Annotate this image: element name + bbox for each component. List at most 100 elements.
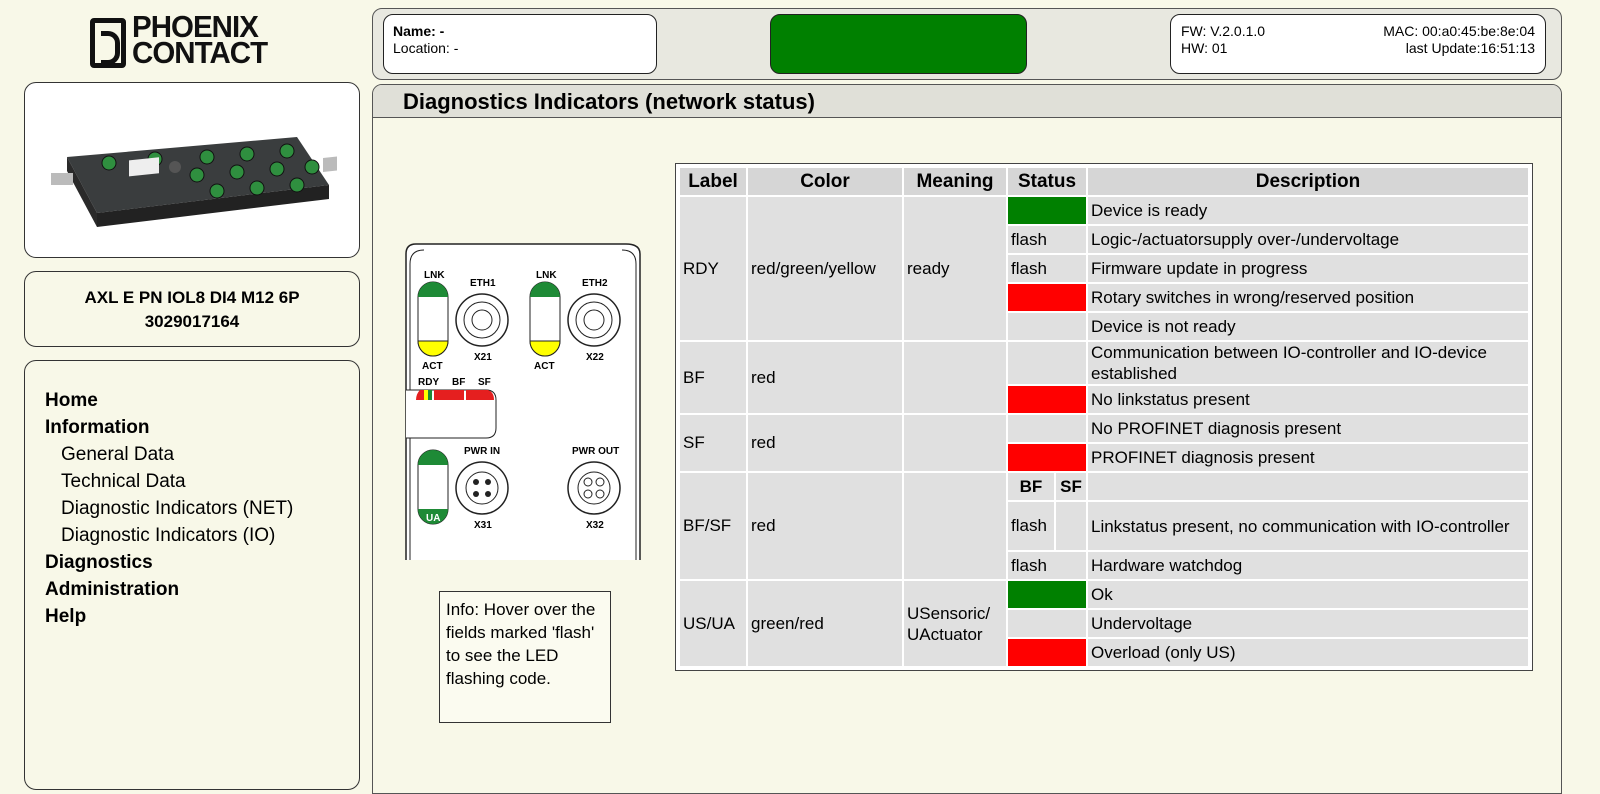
bfsf-label-cell: BF/SF	[680, 473, 746, 579]
desc-cell: Logic-/actuatorsupply over-/undervoltage	[1088, 226, 1528, 253]
bfsf-color-cell: red	[748, 473, 902, 579]
sf-meaning-cell	[904, 415, 1006, 471]
rdy-meaning-cell: ready	[904, 197, 1006, 340]
status-off-cell	[1056, 502, 1086, 550]
col-color-header: Color	[748, 168, 902, 195]
mac-address: MAC: 00:a0:45:be:8e:04	[1383, 23, 1535, 39]
nav-help[interactable]: Help	[45, 603, 359, 630]
status-red-cell	[1008, 386, 1086, 413]
nav-technical-data[interactable]: Technical Data	[45, 468, 359, 495]
device-status-indicator	[770, 14, 1027, 74]
product-info-panel: AXL E PN IOL8 DI4 M12 6P 3029017164	[24, 271, 360, 347]
desc-cell: Firmware update in progress	[1088, 255, 1528, 282]
rdy-label: RDY	[418, 377, 439, 388]
table-header-row: Label Color Meaning Status Description	[680, 168, 1528, 195]
desc-cell: Device is ready	[1088, 197, 1528, 224]
logo-mark-icon	[90, 18, 126, 68]
status-off-cell	[1008, 313, 1086, 340]
bfsf-subheader-cell: BF SF	[1008, 473, 1086, 500]
desc-cell: Undervoltage	[1088, 610, 1528, 637]
desc-cell: No linkstatus present	[1088, 386, 1528, 413]
main-content: Diagnostics Indicators (network status) …	[372, 84, 1562, 794]
status-red-cell	[1008, 284, 1086, 311]
product-number: 3029017164	[144, 312, 240, 331]
desc-cell: Ok	[1088, 581, 1528, 608]
x32-label: X32	[586, 520, 604, 531]
status-red-cell	[1008, 639, 1086, 666]
device-name-box: Name: - Location: -	[383, 14, 657, 74]
usua-label-cell: US/UA	[680, 581, 746, 666]
status-flash-cell[interactable]: flash	[1008, 552, 1086, 579]
bf-color-cell: red	[748, 342, 902, 413]
bf-label: BF	[452, 377, 465, 388]
x31-label: X31	[474, 520, 492, 531]
nav-general-data[interactable]: General Data	[45, 441, 359, 468]
hardware-version: HW: 01	[1181, 40, 1228, 56]
logo-line2: CONTACT	[132, 35, 268, 70]
x22-label: X22	[586, 352, 604, 363]
ua-label: UA	[426, 513, 440, 524]
eth1-label: ETH1	[470, 278, 496, 289]
diagnostics-table: Label Color Meaning Status Description R…	[675, 163, 1533, 671]
status-flash-cell[interactable]: flash	[1008, 226, 1086, 253]
sf-color-cell: red	[748, 415, 902, 471]
info-note: Info: Hover over the fields marked 'flas…	[439, 591, 611, 723]
last-update: last Update:16:51:13	[1405, 40, 1535, 56]
x21-label: X21	[474, 352, 492, 363]
lnk2-label: LNK	[536, 270, 557, 281]
desc-cell: Hardware watchdog	[1088, 552, 1528, 579]
device-name: Name: -	[393, 23, 445, 39]
col-description-header: Description	[1088, 168, 1528, 195]
navigation-panel: Home Information General Data Technical …	[24, 360, 360, 790]
device-location: Location: -	[393, 40, 459, 56]
device-image-panel	[24, 82, 360, 258]
act2-label: ACT	[534, 361, 555, 372]
desc-cell: Linkstatus present, no communication wit…	[1088, 502, 1528, 550]
table-row: RDY red/green/yellow ready Device is rea…	[680, 197, 1528, 340]
firmware-info-box: FW: V.2.0.1.0 HW: 01 MAC: 00:a0:45:be:8e…	[1170, 14, 1546, 74]
front-panel-diagram: LNK ACT ETH1 X21 LNK ACT ETH2 X22 RDY BF…	[405, 243, 641, 560]
header-bar: Name: - Location: - FW: V.2.0.1.0 HW: 01…	[372, 8, 1562, 80]
nav-diagnostics[interactable]: Diagnostics	[45, 549, 359, 576]
act1-label: ACT	[422, 361, 443, 372]
nav-information[interactable]: Information	[45, 414, 359, 441]
bfsf-status-cell: flash	[1008, 502, 1086, 550]
col-status-header: Status	[1008, 168, 1086, 195]
status-green-cell	[1008, 581, 1086, 608]
nav-administration[interactable]: Administration	[45, 576, 359, 603]
table-row: US/UA green/red USensoric/ UActuator Ok	[680, 581, 1528, 666]
firmware-version: FW: V.2.0.1.0	[1181, 23, 1266, 39]
desc-cell: Communication between IO-controller and …	[1088, 342, 1528, 384]
nav-diagnostic-indicators-io[interactable]: Diagnostic Indicators (IO)	[45, 522, 359, 549]
page-title: Diagnostics Indicators (network status)	[373, 85, 1561, 118]
col-label-header: Label	[680, 168, 746, 195]
rdy-color-cell: red/green/yellow	[748, 197, 902, 340]
pwr-in-label: PWR IN	[464, 446, 500, 457]
bfsf-sub-sf: SF	[1056, 473, 1086, 500]
desc-cell: Device is not ready	[1088, 313, 1528, 340]
bf-meaning-cell	[904, 342, 1006, 413]
status-flash-cell[interactable]: flash	[1008, 255, 1086, 282]
table-row: SF red No PROFINET diagnosis present	[680, 415, 1528, 471]
bfsf-sub-bf: BF	[1008, 473, 1054, 500]
table-row: BF/SF red BF SF	[680, 473, 1528, 579]
nav-diagnostic-indicators-net[interactable]: Diagnostic Indicators (NET)	[45, 495, 359, 522]
status-green-cell	[1008, 197, 1086, 224]
nav-home[interactable]: Home	[45, 387, 359, 414]
status-flash-cell[interactable]: flash	[1008, 502, 1054, 550]
col-meaning-header: Meaning	[904, 168, 1006, 195]
status-off-cell	[1008, 610, 1086, 637]
bf-label-cell: BF	[680, 342, 746, 413]
table-row: BF red Communication between IO-controll…	[680, 342, 1528, 413]
status-red-cell	[1008, 444, 1086, 471]
product-name: AXL E PN IOL8 DI4 M12 6P	[84, 288, 300, 307]
usua-meaning-cell: USensoric/ UActuator	[904, 581, 1006, 666]
phoenix-contact-logo: PHOENIX CONTACT	[88, 11, 300, 70]
usua-color-cell: green/red	[748, 581, 902, 666]
sf-label: SF	[478, 377, 491, 388]
desc-cell: Rotary switches in wrong/reserved positi…	[1088, 284, 1528, 311]
desc-cell	[1088, 473, 1528, 500]
status-off-cell	[1008, 415, 1086, 442]
desc-cell: No PROFINET diagnosis present	[1088, 415, 1528, 442]
lnk1-label: LNK	[424, 270, 445, 281]
